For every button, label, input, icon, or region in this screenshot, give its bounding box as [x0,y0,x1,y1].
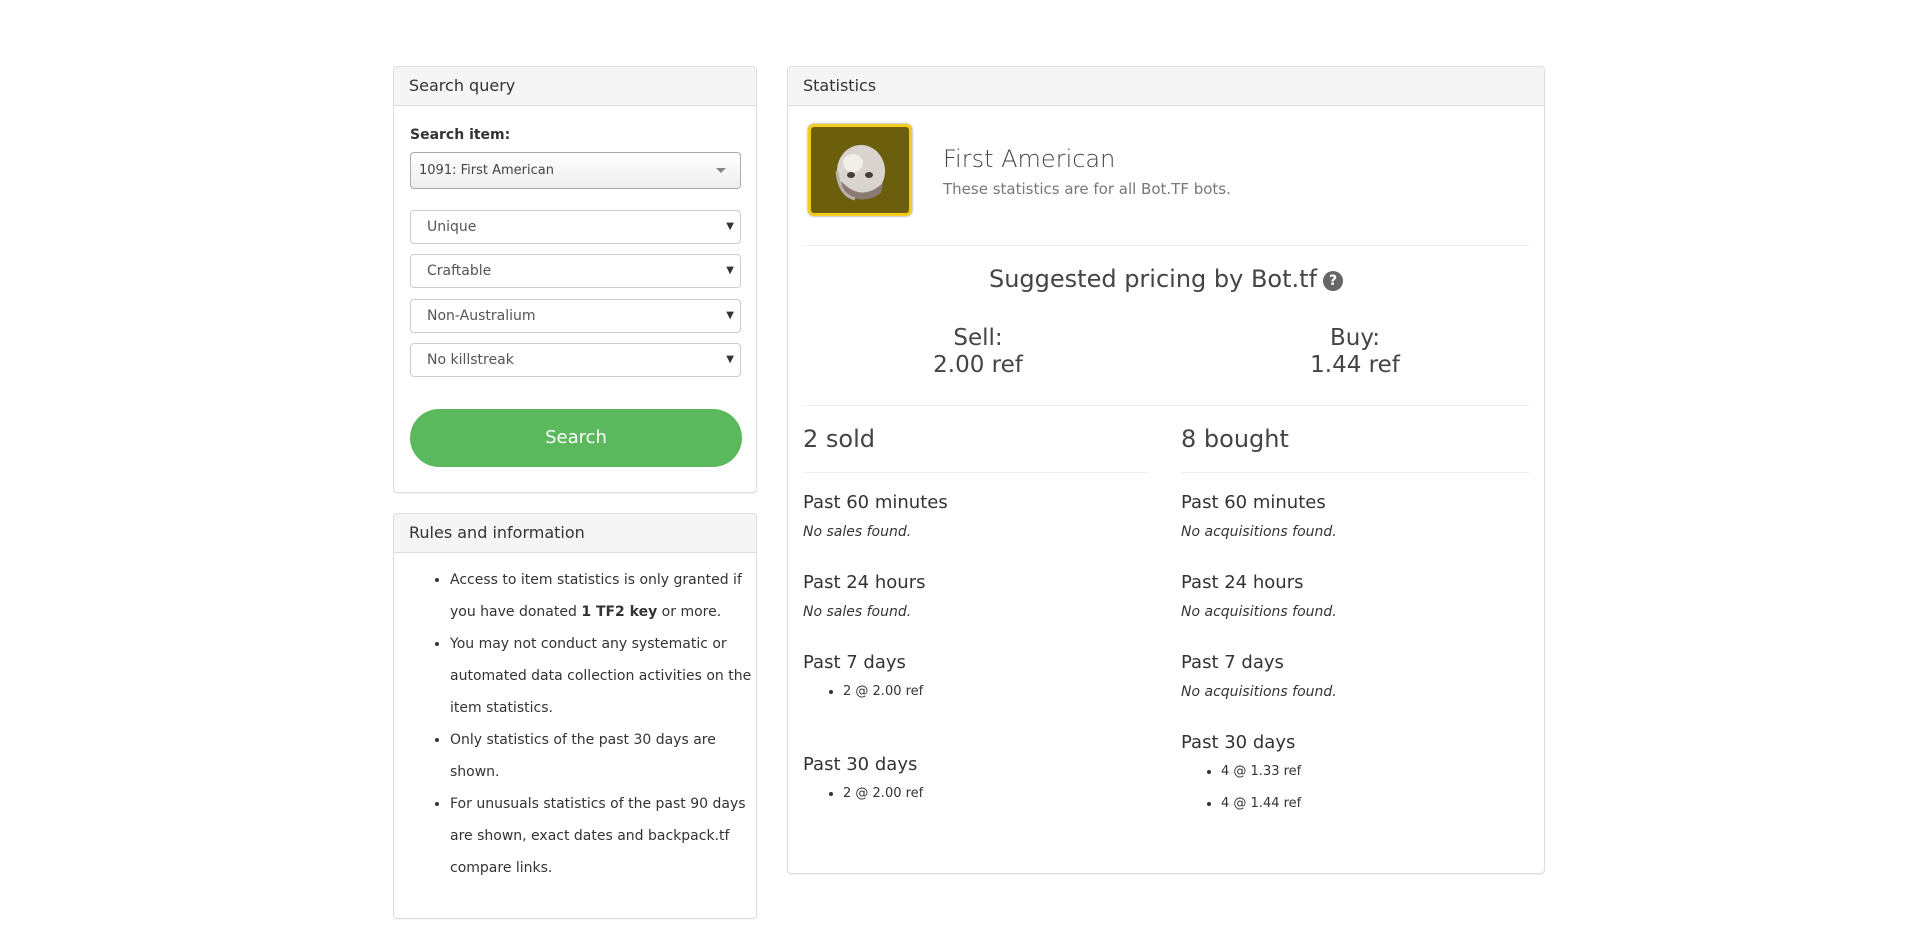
search-item-value: 1091: First American [419,163,554,178]
buy-price: Buy: 1.44 ref [1205,325,1505,379]
sell-value: 2.00 ref [933,352,1023,378]
sold-past-30-list: 2 @ 2.00 ref [803,778,923,810]
craftable-select[interactable]: Craftable ▼ [410,254,741,288]
dropdown-arrow-icon: ▼ [726,354,734,365]
sold-past-24-empty: No sales found. [803,604,912,620]
rule-item: Only statistics of the past 30 days are … [450,724,760,788]
quality-value: Unique [427,219,477,235]
list-item: 4 @ 1.33 ref [1221,756,1301,788]
rule-item: You may not conduct any systematic or au… [450,628,760,724]
sold-count: 2 sold [803,425,875,453]
dropdown-arrow-icon: ▼ [726,265,734,276]
helmet-icon [808,124,912,216]
quality-select[interactable]: Unique ▼ [410,210,741,244]
killstreak-value: No killstreak [427,352,514,368]
sold-past-24-heading: Past 24 hours [803,572,926,593]
rule-text: You may not conduct any systematic or au… [450,636,752,716]
bought-past-60-heading: Past 60 minutes [1181,492,1326,513]
divider [803,245,1529,246]
bought-past-7-empty: No acquisitions found. [1181,684,1337,700]
helmet-icon-graphic [835,145,885,201]
divider [1181,472,1529,473]
buy-label: Buy: [1329,325,1381,351]
search-item-select[interactable]: 1091: First American [410,152,741,189]
killstreak-select[interactable]: No killstreak ▼ [410,343,741,377]
rules-panel: Rules and information Access to item sta… [393,513,757,919]
rule-text: Only statistics of the past 30 days are … [450,732,716,780]
sold-past-7-heading: Past 7 days [803,652,906,673]
craftable-value: Craftable [427,263,492,279]
divider [803,405,1529,406]
search-button[interactable]: Search [410,409,742,467]
statistics-heading: Statistics [788,67,1544,106]
sold-past-60-empty: No sales found. [803,524,912,540]
list-item: 4 @ 1.44 ref [1221,788,1301,820]
australium-select[interactable]: Non-Australium ▼ [410,299,741,333]
sell-label: Sell: [953,325,1003,351]
list-item: 2 @ 2.00 ref [843,676,923,708]
sold-past-60-heading: Past 60 minutes [803,492,948,513]
search-query-heading: Search query [394,67,756,106]
rules-heading: Rules and information [394,514,756,553]
bought-past-60-empty: No acquisitions found. [1181,524,1337,540]
sold-past-30-heading: Past 30 days [803,754,918,775]
australium-value: Non-Australium [427,308,536,324]
rule-text: For unusuals statistics of the past 90 d… [450,796,746,876]
bought-past-24-empty: No acquisitions found. [1181,604,1337,620]
dropdown-arrow-icon: ▼ [726,221,734,232]
item-name: First American [943,145,1116,173]
buy-value: 1.44 ref [1310,352,1400,378]
search-item-label: Search item: [410,127,511,143]
bought-past-24-heading: Past 24 hours [1181,572,1304,593]
suggested-pricing-title: Suggested pricing by Bot.tf? [788,265,1544,293]
rule-text: or more. [657,604,722,620]
dropdown-arrow-icon: ▼ [726,310,734,321]
bought-past-30-list: 4 @ 1.33 ref 4 @ 1.44 ref [1181,756,1301,820]
search-query-panel: Search query Search item: 1091: First Am… [393,66,757,493]
sell-price: Sell: 2.00 ref [828,325,1128,379]
question-circle-icon[interactable]: ? [1323,271,1344,291]
rule-item: Access to item statistics is only grante… [450,564,760,628]
divider [803,472,1149,473]
statistics-panel: Statistics First American These statisti… [787,66,1545,874]
rule-bold-text: 1 TF2 key [581,604,658,620]
sold-past-7-list: 2 @ 2.00 ref [803,676,923,708]
item-subtitle: These statistics are for all Bot.TF bots… [943,180,1231,198]
chevron-down-icon [716,168,726,173]
bought-past-30-heading: Past 30 days [1181,732,1296,753]
rules-list: Access to item statistics is only grante… [418,564,760,884]
bought-count: 8 bought [1181,425,1289,453]
rule-item: For unusuals statistics of the past 90 d… [450,788,760,884]
suggested-pricing-text: Suggested pricing by Bot.tf [988,265,1318,293]
bought-past-7-heading: Past 7 days [1181,652,1284,673]
list-item: 2 @ 2.00 ref [843,778,923,810]
